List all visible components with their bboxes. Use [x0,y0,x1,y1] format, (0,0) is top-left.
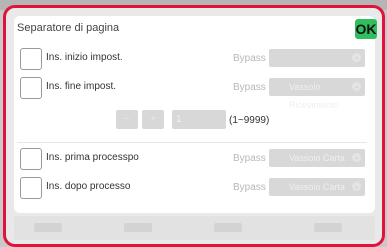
bypass-label: Bypass [233,153,266,164]
bypass-label: Bypass [233,182,266,193]
bypass-label: Bypass [233,53,266,64]
decrement-button[interactable]: − [116,110,138,129]
label-ins-dopo: Ins. dopo processo [46,181,131,192]
footer-placeholder [124,223,152,232]
tray-select-ins-inizio[interactable]: ⌄ [269,49,365,67]
footer-bar [14,216,375,240]
section-divider [17,142,367,143]
footer-placeholder [34,223,62,232]
option-row-ins-fine: Ins. fine impost. Bypass Vassoio Ricevim… [20,77,370,110]
tray-select-ins-fine[interactable]: Vassoio Ricevimento ⌄ [269,78,365,110]
checkbox-ins-dopo[interactable] [20,177,42,199]
option-row-ins-dopo: Ins. dopo processo Bypass Vassoio Carta … [20,177,370,199]
chevron-down-icon: ⌄ [352,53,361,62]
option-row-ins-inizio: Ins. inizio impost. Bypass ⌄ [20,48,370,70]
tray-select-value: Vassoio Ricevimento [289,82,339,110]
ok-button[interactable]: OK [355,19,377,39]
checkbox-ins-fine[interactable] [20,77,42,99]
quantity-range-label: (1~9999) [229,115,270,126]
tray-select-value: Vassoio Carta [289,153,345,163]
label-ins-prima: Ins. prima processpo [46,152,139,163]
tray-select-value: Vassoio Carta [289,182,345,192]
footer-placeholder [314,223,342,232]
chevron-down-icon: ⌄ [352,153,361,162]
dialog-title: Separatore di pagina [17,22,120,34]
tray-select-ins-dopo[interactable]: Vassoio Carta ⌄ [269,178,365,196]
increment-button[interactable]: + [142,110,164,129]
chevron-down-icon: ⌄ [352,82,361,91]
checkbox-ins-inizio[interactable] [20,48,42,70]
tray-select-ins-prima[interactable]: Vassoio Carta ⌄ [269,149,365,167]
footer-placeholder [214,223,242,232]
quantity-input[interactable]: 1 [172,110,226,129]
label-ins-fine: Ins. fine impost. [46,81,117,92]
checkbox-ins-prima[interactable] [20,148,42,170]
option-row-ins-prima: Ins. prima processpo Bypass Vassoio Cart… [20,148,370,170]
bypass-label: Bypass [233,82,266,93]
chevron-down-icon: ⌄ [352,182,361,191]
label-ins-inizio: Ins. inizio impost. [46,52,123,63]
